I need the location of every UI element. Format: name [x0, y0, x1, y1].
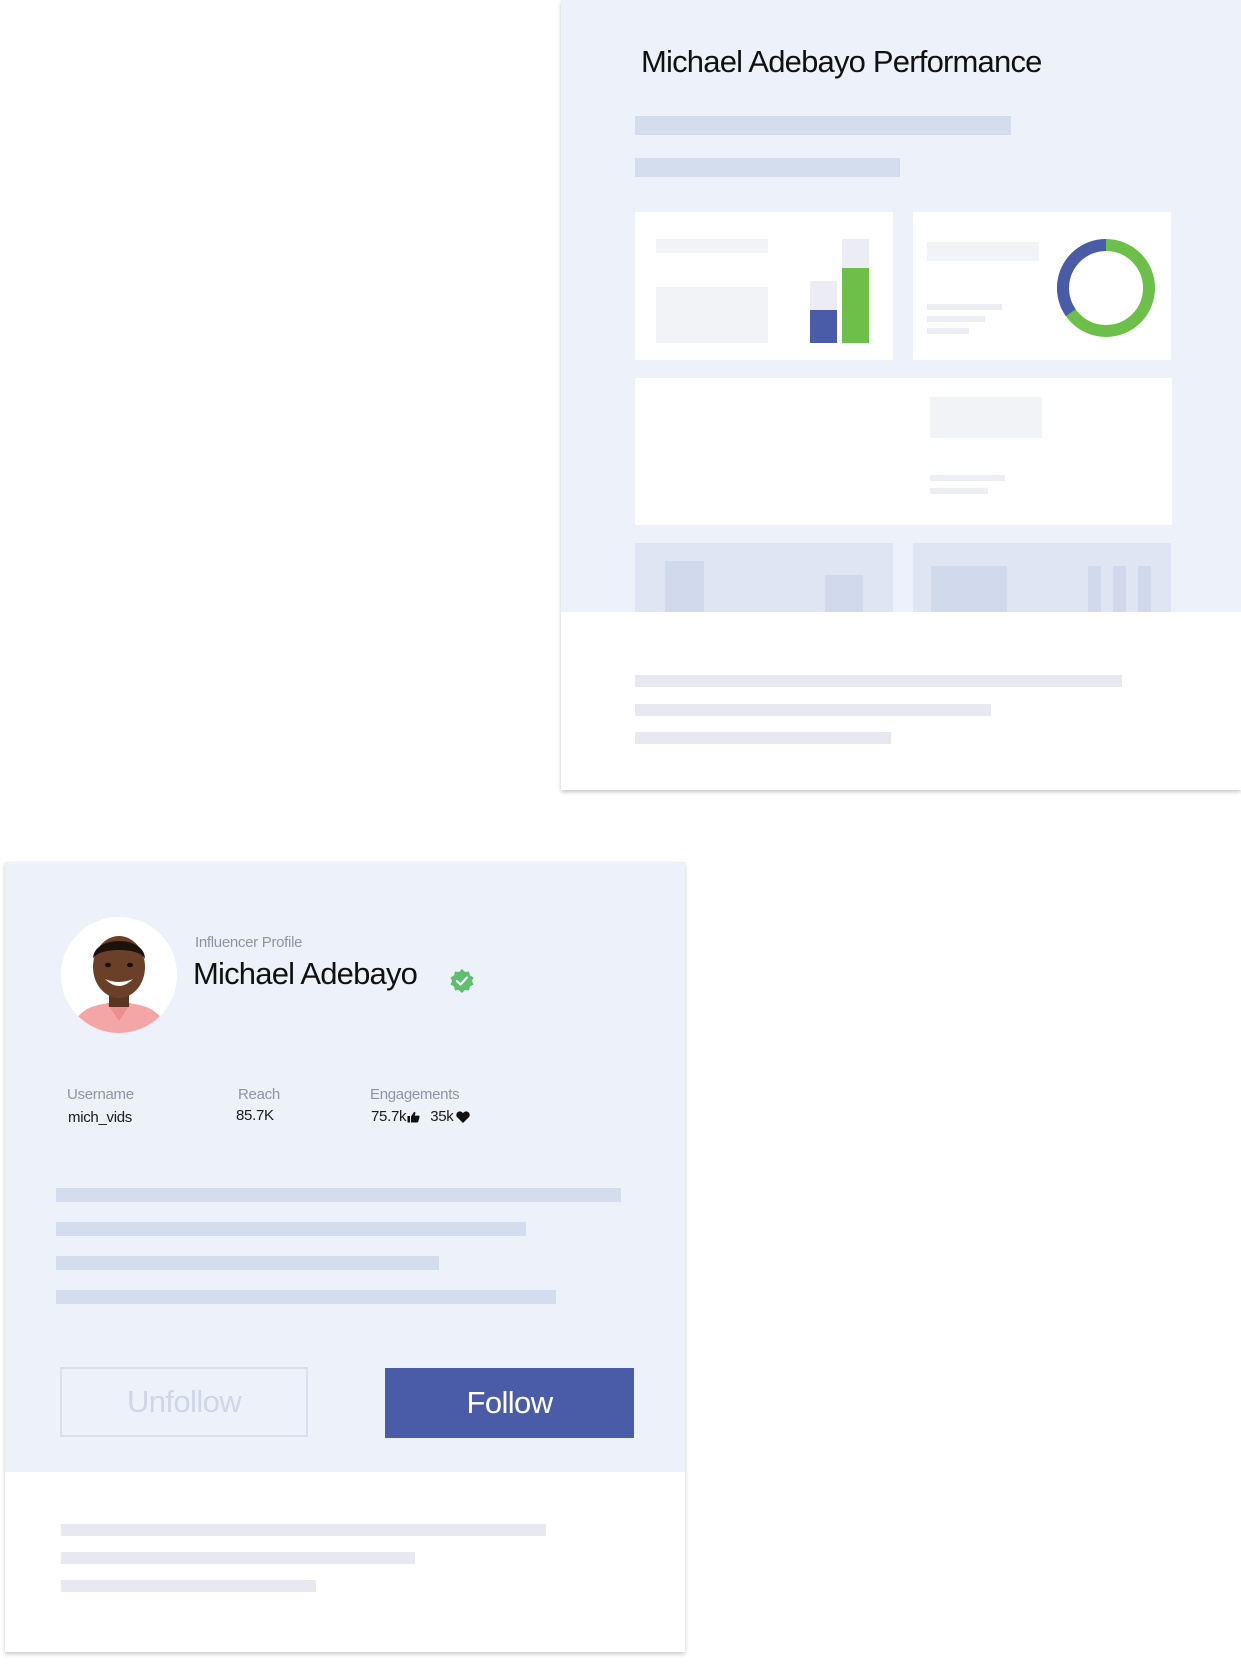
placeholder-bar [1113, 566, 1126, 612]
hearts-count: 35k [430, 1108, 454, 1125]
profile-name: Michael Adebayo [193, 956, 418, 991]
heart-icon [455, 1110, 470, 1123]
reach-value: 85.7K [236, 1107, 274, 1124]
placeholder-block [656, 239, 768, 253]
placeholder-line [635, 158, 900, 177]
avatar [61, 917, 177, 1033]
donut-chart-widget [913, 212, 1171, 360]
bar-green [842, 268, 869, 343]
engagements-label: Engagements [370, 1086, 460, 1103]
placeholder-block [825, 575, 863, 612]
placeholder-line [635, 704, 991, 716]
username-label: Username [67, 1086, 134, 1103]
placeholder-line [56, 1290, 556, 1304]
cropped-widget [635, 543, 893, 612]
placeholder-line [61, 1524, 546, 1536]
cropped-widget [913, 543, 1171, 612]
placeholder-line [61, 1580, 316, 1592]
likes-count: 75.7k [371, 1108, 407, 1125]
placeholder-line [61, 1552, 415, 1564]
username-value: mich_vids [68, 1109, 132, 1126]
placeholder-line [635, 732, 891, 744]
placeholder-block [656, 287, 768, 343]
placeholder-line [56, 1222, 526, 1236]
bar-chart-widget [635, 212, 893, 360]
profile-label: Influencer Profile [195, 934, 303, 951]
performance-title: Michael Adebayo Performance [641, 44, 1042, 79]
placeholder-line [930, 488, 988, 494]
verified-badge-icon [450, 969, 474, 993]
follow-button[interactable]: Follow [385, 1368, 634, 1438]
placeholder-line [927, 316, 985, 322]
placeholder-line [56, 1256, 439, 1270]
thumbs-up-icon [407, 1111, 420, 1122]
placeholder-block [931, 566, 1007, 612]
donut-chart [1057, 239, 1155, 337]
wide-widget [635, 378, 1172, 525]
placeholder-line [927, 304, 1002, 310]
unfollow-button[interactable]: Unfollow [60, 1367, 308, 1437]
placeholder-line [635, 675, 1122, 687]
avatar-portrait-icon [61, 917, 177, 1033]
reach-label: Reach [238, 1086, 280, 1103]
placeholder-line [930, 475, 1005, 481]
placeholder-block [665, 561, 704, 612]
placeholder-block [930, 397, 1042, 438]
placeholder-block [927, 242, 1039, 261]
bar-blue [810, 310, 837, 343]
profile-card: Influencer Profile Michael Adebayo Usern… [5, 862, 685, 1652]
engagements-value: 75.7k 35k [371, 1108, 470, 1125]
performance-card: Michael Adebayo Performance [561, 0, 1241, 790]
placeholder-line [56, 1188, 621, 1202]
placeholder-bar [1138, 566, 1151, 612]
placeholder-bar [1088, 566, 1101, 612]
placeholder-line [635, 116, 1011, 135]
placeholder-line [927, 328, 969, 334]
